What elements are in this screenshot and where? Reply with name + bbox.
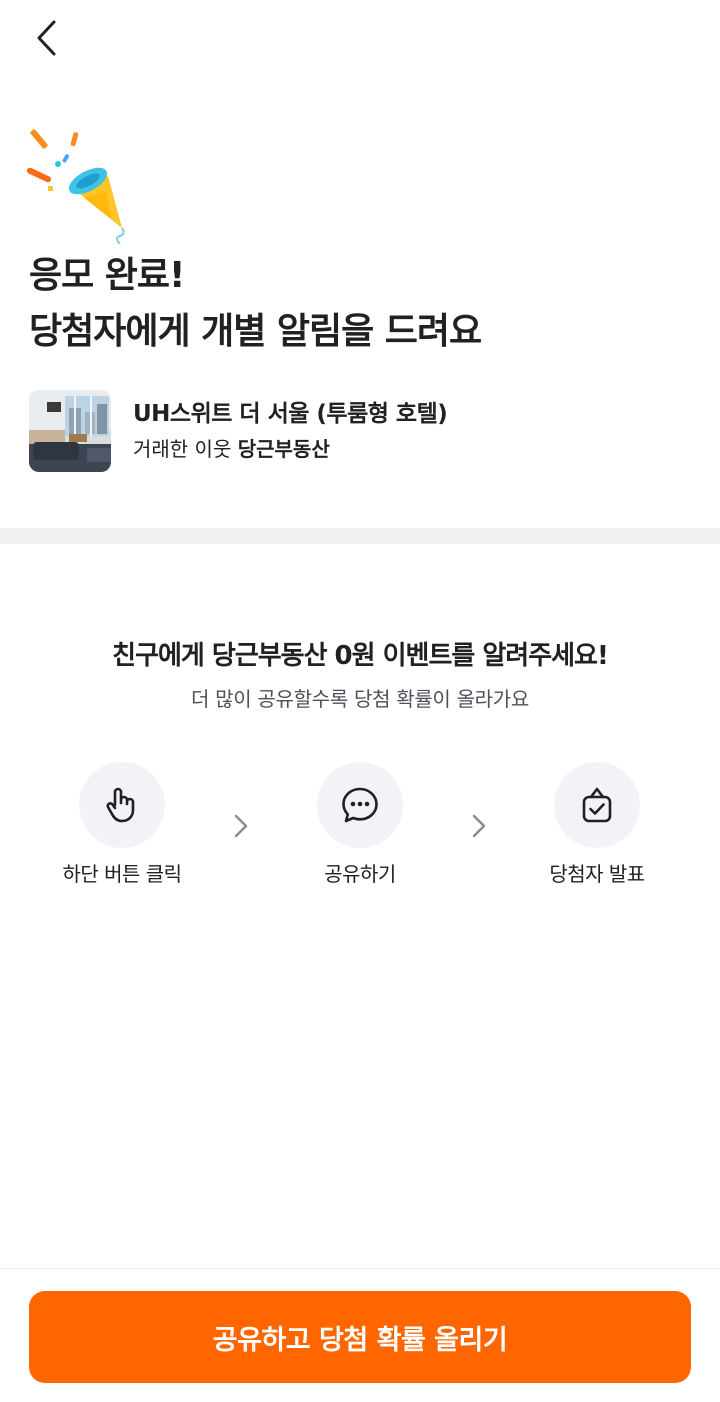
back-button[interactable] bbox=[22, 12, 74, 64]
seller-name: 당근부동산 bbox=[237, 437, 330, 461]
headline-line-2: 당첨자에게 개별 알림을 드려요 bbox=[29, 311, 482, 352]
step-label: 공유하기 bbox=[324, 862, 396, 886]
step-icon-circle bbox=[554, 762, 640, 848]
step-label: 당첨자 발표 bbox=[549, 862, 645, 886]
step-winner-announcement: 당첨자 발표 bbox=[497, 762, 697, 890]
chat-bubble-icon bbox=[342, 787, 378, 823]
gift-box-check-icon bbox=[582, 787, 612, 823]
promo-title: 친구에게 당근부동산 0원 이벤트를 알려주세요! bbox=[112, 641, 609, 671]
listing-row: UH스위트 더 서울 (투룸형 호텔) 거래한 이웃 당근부동산 bbox=[29, 390, 448, 472]
chevron-left-icon bbox=[37, 20, 56, 56]
seller-prefix: 거래한 이웃 bbox=[133, 437, 238, 461]
step-icon-circle bbox=[317, 762, 403, 848]
listing-thumbnail bbox=[29, 390, 111, 472]
party-popper-icon bbox=[26, 129, 125, 244]
step-icon-circle bbox=[79, 762, 165, 848]
step-label: 하단 버튼 클릭 bbox=[62, 862, 182, 886]
hand-pointer-icon bbox=[106, 787, 135, 823]
share-cta-button[interactable]: 공유하고 당첨 확률 올리기 bbox=[29, 1291, 691, 1383]
step-share: 공유하기 bbox=[260, 762, 460, 890]
section-divider bbox=[0, 528, 720, 544]
promo-subtitle: 더 많이 공유할수록 당첨 확률이 올라가요 bbox=[191, 687, 529, 711]
step-click-button: 하단 버튼 클릭 bbox=[22, 762, 222, 890]
chevron-right-icon bbox=[234, 814, 248, 838]
completion-headline: 응모 완료! 당첨자에게 개별 알림을 드려요 bbox=[29, 248, 482, 360]
listing-title: UH스위트 더 서울 (투룸형 호텔) bbox=[133, 401, 448, 427]
headline-line-1: 응모 완료! bbox=[29, 255, 185, 296]
listing-seller: 거래한 이웃 당근부동산 bbox=[133, 433, 447, 465]
bottom-action-bar: 공유하고 당첨 확률 올리기 bbox=[0, 1268, 720, 1402]
chevron-right-icon bbox=[472, 814, 486, 838]
